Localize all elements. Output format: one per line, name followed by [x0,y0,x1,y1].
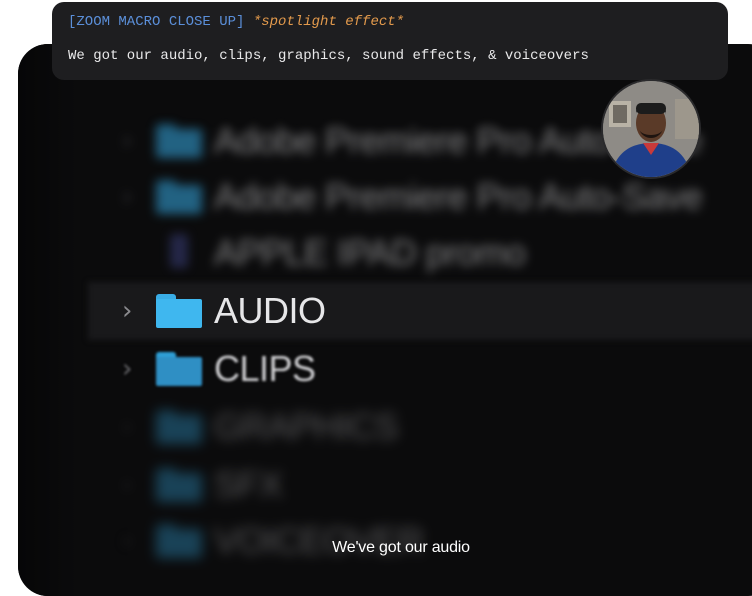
finder-row-name: SFX [214,464,283,505]
effect-label: *spotlight effect* [252,14,405,30]
finder-row-name: CLIPS [214,348,316,389]
presenter-photo [603,81,699,177]
script-banner: [ZOOM MACRO CLOSE UP] *spotlight effect*… [52,2,728,80]
finder-row[interactable]: APPLE IPAD promo [18,226,752,282]
folder-icon [156,410,202,444]
folder-icon [156,468,202,502]
webcam-avatar [603,81,699,177]
subtitle-caption: We've got our audio [0,539,752,557]
folder-icon [156,352,202,386]
direction-line: [ZOOM MACRO CLOSE UP] *spotlight effect* [68,12,712,32]
finder-row-clips[interactable]: › CLIPS [18,342,752,398]
chevron-right-icon[interactable]: › [122,182,132,212]
chevron-right-icon[interactable]: › [122,470,132,500]
chevron-right-icon[interactable]: › [122,354,132,384]
finder-row[interactable]: › GRAPHICS [18,400,752,456]
folder-icon [156,124,202,158]
chevron-right-icon[interactable]: › [122,296,132,326]
finder-row-audio[interactable]: › AUDIO [18,284,752,340]
finder-row-name: GRAPHICS [214,406,399,447]
finder-row-name: AUDIO [214,290,326,331]
finder-row-name: APPLE IPAD promo [214,232,526,273]
finder-row-name: Adobe Premiere Pro Auto-Save [214,176,703,217]
caption-text: We've got our audio [332,539,470,556]
finder-row[interactable]: › Adobe Premiere Pro Auto-Save [18,170,752,226]
chevron-right-icon[interactable]: › [122,412,132,442]
chevron-right-icon[interactable]: › [122,126,132,156]
folder-icon [156,180,202,214]
ipad-file-icon [170,234,188,268]
finder-row[interactable]: › SFX [18,458,752,514]
folder-icon [156,294,202,328]
shot-label: [ZOOM MACRO CLOSE UP] [68,14,245,30]
script-line: We got our audio, clips, graphics, sound… [68,48,589,64]
